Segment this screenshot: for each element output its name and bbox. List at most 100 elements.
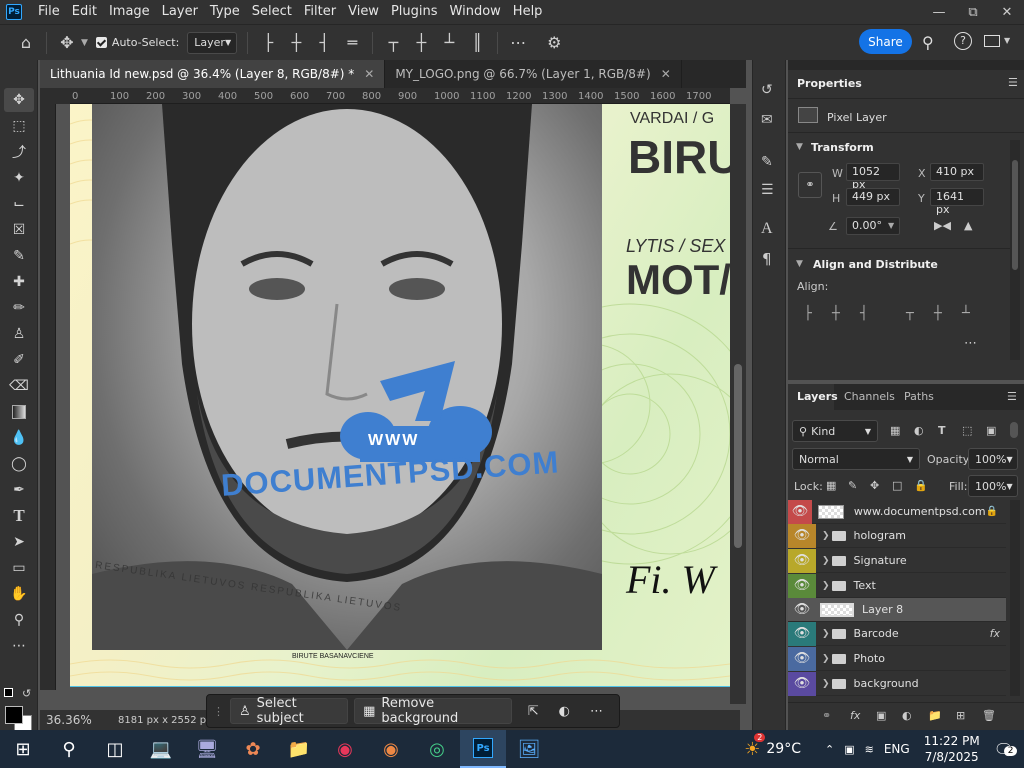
align-bottom-icon[interactable]: ┴ (962, 306, 970, 321)
layer-row-text[interactable]: 👁 ❯ Text (788, 573, 1006, 598)
eyedropper-tool-icon[interactable]: ✎ (4, 244, 34, 268)
height-input[interactable]: 449 px (846, 188, 900, 206)
menu-select[interactable]: Select (246, 0, 298, 24)
visibility-eye-icon[interactable]: 👁 (788, 598, 816, 622)
layer-row-photo[interactable]: 👁 ❯ Photo (788, 646, 1006, 671)
foreground-color-swatch[interactable] (5, 706, 23, 724)
visibility-eye-icon[interactable]: 👁 (788, 523, 816, 548)
workspace-chevron-icon[interactable]: ▼ (1004, 36, 1010, 45)
clock[interactable]: 11:22 PM 7/8/2025 (924, 733, 980, 765)
transform-icon[interactable]: ⇱ (528, 704, 539, 719)
more-options-icon[interactable]: ⋯ (964, 336, 977, 351)
align-center-icon[interactable]: ┼ (832, 306, 840, 321)
character-panel-icon[interactable]: A (761, 220, 773, 238)
panel-menu-icon[interactable]: ☰ (1008, 76, 1018, 89)
layer-row-barcode[interactable]: 👁 ❯ Barcode fx (788, 621, 1006, 646)
align-middle-icon[interactable]: ┼ (934, 306, 942, 321)
restore-icon[interactable]: ⧉ (956, 5, 990, 20)
layer-name[interactable]: background (854, 677, 919, 690)
task-view-icon[interactable]: ◫ (92, 730, 138, 768)
filter-toggle[interactable] (1010, 422, 1018, 438)
properties-scrollbar-thumb[interactable] (1012, 160, 1018, 270)
vertical-scrollbar-thumb[interactable] (734, 364, 742, 548)
gradient-tool-icon[interactable] (4, 400, 34, 424)
panel-menu-icon[interactable]: ☰ (1007, 390, 1017, 403)
marquee-tool-icon[interactable]: ⬚ (4, 114, 34, 138)
edit-toolbar-icon[interactable]: ⋯ (4, 634, 34, 658)
control-panel-icon[interactable]: 🖥 (184, 730, 230, 768)
lock-artboard-icon[interactable]: □ (892, 479, 902, 492)
expand-chevron-icon[interactable]: ❯ (822, 679, 830, 689)
chevron-up-icon[interactable]: ⌃ (825, 743, 834, 756)
close-tab-icon[interactable]: ✕ (661, 67, 671, 81)
lock-image-icon[interactable]: ✎ (848, 479, 857, 492)
lasso-tool-icon[interactable]: ⤴ (4, 140, 34, 164)
expand-chevron-icon[interactable]: ❯ (822, 629, 830, 639)
opacity-input[interactable]: 100% ▼ (968, 448, 1018, 470)
eraser-tool-icon[interactable]: ⌫ (4, 374, 34, 398)
menu-window[interactable]: Window (444, 0, 507, 24)
expand-chevron-icon[interactable]: ❯ (822, 654, 830, 664)
menu-help[interactable]: Help (507, 0, 549, 24)
layer-name[interactable]: Signature (854, 554, 907, 567)
chevron-down-icon[interactable]: ▼ (81, 38, 88, 48)
this-pc-icon[interactable]: 💻 (138, 730, 184, 768)
magic-wand-tool-icon[interactable]: ✦ (4, 166, 34, 190)
select-subject-button[interactable]: ♙ Select subject (230, 696, 349, 726)
healing-brush-tool-icon[interactable]: ✚ (4, 270, 34, 294)
tab-layers[interactable]: Layers (788, 384, 838, 410)
tab-lithuania-id[interactable]: Lithuania Id new.psd @ 36.4% (Layer 8, R… (40, 60, 386, 88)
more-options-icon[interactable]: ⋯ (504, 33, 532, 52)
display-icon[interactable]: ▣ (844, 743, 854, 756)
swap-colors-icon[interactable]: ↺ (22, 687, 31, 700)
creative-cloud-icon[interactable]: ◉ (322, 730, 368, 768)
layer-name[interactable]: www.documentpsd.com (854, 505, 986, 518)
dodge-tool-icon[interactable]: ◯ (4, 452, 34, 476)
align-bottom-edges-icon[interactable]: ┴ (435, 33, 463, 52)
file-explorer-icon[interactable]: 📁 (276, 730, 322, 768)
screen-recorder-icon[interactable]: ◉ (368, 730, 414, 768)
clone-stamp-tool-icon[interactable]: ♙ (4, 322, 34, 346)
app-icon[interactable]: ✿ (230, 730, 276, 768)
frame-tool-icon[interactable]: ☒ (4, 218, 34, 242)
x-input[interactable]: 410 px (930, 163, 984, 181)
filter-type-icon[interactable]: T (938, 424, 946, 437)
blur-tool-icon[interactable]: 💧 (4, 426, 34, 450)
photos-app-icon[interactable]: 🖼 (506, 730, 552, 768)
visibility-eye-icon[interactable]: 👁 (788, 499, 812, 524)
menu-view[interactable]: View (342, 0, 385, 24)
filter-pixel-icon[interactable]: ▦ (890, 424, 900, 437)
adjustments-panel-icon[interactable]: ☰ (761, 182, 774, 198)
history-panel-icon[interactable]: ↺ (761, 82, 773, 98)
menu-image[interactable]: Image (103, 0, 156, 24)
wifi-icon[interactable]: ≋ (865, 743, 874, 756)
add-layer-style-icon[interactable]: fx (850, 709, 860, 722)
align-horizontal-centers-icon[interactable]: ┼ (282, 33, 310, 52)
crop-tool-icon[interactable]: ⌙ (4, 192, 34, 216)
align-section-title[interactable]: Align and Distribute (813, 258, 938, 271)
align-top-icon[interactable]: ┬ (906, 306, 914, 321)
home-icon[interactable]: ⌂ (12, 33, 40, 52)
properties-scrollbar[interactable] (1010, 140, 1020, 360)
default-colors-icon[interactable] (4, 688, 13, 697)
drag-handle-icon[interactable]: ⋮ (213, 705, 224, 718)
y-input[interactable]: 1641 px (930, 188, 984, 216)
brush-panel-icon[interactable]: ✎ (761, 154, 773, 170)
filter-shape-icon[interactable]: ⬚ (962, 424, 972, 437)
search-icon[interactable]: ⚲ (46, 730, 92, 768)
auto-select-checkbox[interactable] (95, 37, 107, 48)
new-adjustment-layer-icon[interactable]: ◐ (902, 709, 912, 722)
filter-smart-object-icon[interactable]: ▣ (986, 424, 996, 437)
menu-type[interactable]: Type (204, 0, 246, 24)
temperature[interactable]: 29°C (766, 741, 801, 757)
chrome-icon[interactable]: ◎ (414, 730, 460, 768)
layer-name[interactable]: Layer 8 (862, 603, 903, 616)
visibility-eye-icon[interactable]: 👁 (788, 548, 816, 573)
visibility-eye-icon[interactable]: 👁 (788, 646, 816, 671)
width-input[interactable]: 1052 px (846, 163, 900, 191)
link-layers-icon[interactable]: ⚭ (822, 709, 831, 722)
paragraph-panel-icon[interactable]: ¶ (762, 250, 772, 268)
layer-name[interactable]: Photo (854, 652, 885, 665)
move-tool-icon[interactable]: ✥ (53, 33, 81, 52)
lock-position-icon[interactable]: ✥ (870, 479, 879, 492)
